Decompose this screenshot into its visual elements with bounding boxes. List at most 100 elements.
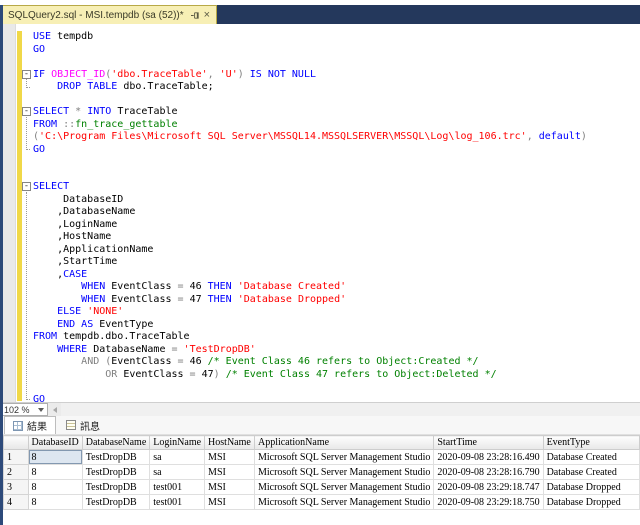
grid-cell[interactable]: 2020-09-08 23:29:18.747 (433, 479, 544, 495)
grid-cell[interactable]: sa (149, 449, 206, 465)
code-line: GO (0, 394, 640, 403)
grid-cell[interactable]: 2020-09-08 23:28:16.490 (433, 449, 544, 465)
grid-cell[interactable]: MSI (204, 449, 255, 465)
code-line: WHEN EventClass = 47 THEN 'Database Drop… (0, 294, 640, 307)
grid-cell[interactable]: 8 (27, 449, 83, 465)
document-tab-bar: SQLQuery2.sql - MSI.tempdb (sa (52))* × (0, 5, 640, 24)
sql-token: fn_trace_gettable (75, 118, 178, 130)
sql-token: WHEN (81, 293, 106, 305)
grid-cell[interactable]: 2020-09-08 23:28:16.790 (433, 464, 544, 480)
code-line: WHEN EventClass = 46 THEN 'Database Crea… (0, 281, 640, 294)
results-pane-tab-bar: 結果 訊息 (0, 416, 640, 435)
grid-cell[interactable]: 2020-09-08 23:29:18.750 (433, 494, 544, 510)
grid-cell[interactable]: TestDropDB (81, 479, 151, 495)
sql-token: THEN (207, 281, 232, 292)
sql-token: DatabaseName (87, 343, 172, 355)
grid-column-header[interactable]: LoginName (149, 435, 206, 450)
grid-cell[interactable]: Microsoft SQL Server Management Studio (253, 479, 435, 495)
grid-cell[interactable]: Microsoft SQL Server Management Studio (253, 494, 435, 510)
pin-icon[interactable] (190, 11, 200, 20)
editor-bottom-bar: 102 % (0, 402, 640, 416)
sql-token: AND ( (81, 356, 112, 367)
close-icon[interactable]: × (204, 9, 210, 20)
fold-collapse-icon[interactable]: - (22, 69, 31, 79)
editor-zoom-control[interactable]: 102 % (0, 403, 48, 416)
grid-cell[interactable]: Database Dropped (542, 494, 640, 510)
document-tab[interactable]: SQLQuery2.sql - MSI.tempdb (sa (52))* × (0, 5, 218, 24)
left-arrow-icon (52, 406, 57, 413)
code-line: GO (0, 144, 640, 157)
code-line: ('C:\Program Files\Microsoft SQL Server\… (0, 131, 640, 144)
grid-cell[interactable]: test001 (149, 479, 206, 495)
grid-row-header[interactable]: 4 (3, 494, 29, 510)
grid-cell[interactable]: 8 (27, 494, 83, 510)
code-area[interactable]: USE tempdb GO - IF OBJECT_ID('dbo.TraceTab… (0, 31, 640, 402)
results-pane-tab[interactable]: 訊息 (58, 416, 108, 434)
grid-cell[interactable]: Database Created (542, 449, 640, 465)
scroll-left-button[interactable] (48, 403, 61, 416)
window-left-border (0, 5, 3, 525)
sql-token: GO (33, 393, 46, 403)
sql-token: CASE (63, 268, 88, 280)
grid-row: 1 8 TestDropDB sa MSI Microsoft SQL Server Ma… (3, 449, 640, 465)
sql-token: 'C:\Program Files\Microsoft SQL Server\M… (39, 131, 527, 142)
grid-corner-header[interactable] (3, 435, 29, 450)
grid-cell[interactable]: MSI (204, 479, 255, 495)
grid-column-header[interactable]: StartTime (433, 435, 544, 450)
grid-cell[interactable]: MSI (204, 464, 255, 480)
sql-token: GO (33, 143, 46, 155)
grid-cell[interactable]: sa (149, 464, 206, 480)
sql-token: DatabaseID (33, 193, 124, 205)
results-pane-tab[interactable]: 結果 (4, 416, 56, 434)
sql-token: default (538, 131, 581, 142)
sql-token: = (177, 281, 190, 292)
grid-row-header[interactable]: 1 (3, 449, 29, 465)
grid-column-header[interactable]: DatabaseName (81, 435, 151, 450)
grid-cell[interactable]: TestDropDB (81, 494, 151, 510)
grid-cell[interactable]: test001 (149, 494, 206, 510)
code-line: FROM tempdb.dbo.TraceTable (0, 331, 640, 344)
editor-horizontal-scrollbar[interactable] (48, 403, 640, 416)
grid-row-header[interactable]: 3 (3, 479, 29, 495)
sql-token: ) (580, 131, 587, 142)
grid-row-header[interactable]: 2 (3, 464, 29, 480)
sql-token: EventType (93, 318, 154, 330)
code-line: - SELECT * INTO TraceTable (0, 106, 640, 119)
grid-cell[interactable]: 8 (27, 464, 83, 480)
grid-cell[interactable]: TestDropDB (81, 449, 151, 465)
sql-token: IF (33, 68, 52, 80)
code-line: - IF OBJECT_ID('dbo.TraceTable', 'U') IS … (0, 69, 640, 82)
grid-column-header[interactable]: DatabaseID (27, 435, 83, 450)
sql-token: FROM (33, 118, 64, 130)
grid-row: 4 8 TestDropDB test001 MSI Microsoft SQL Serv… (3, 494, 640, 510)
results-grid-icon (13, 420, 23, 431)
sql-token: tempdb (51, 31, 94, 42)
grid-cell[interactable]: Microsoft SQL Server Management Studio (253, 449, 435, 465)
grid-cell[interactable]: Database Dropped (542, 479, 640, 495)
results-grid: DatabaseID DatabaseName LoginName HostName A… (3, 435, 640, 510)
grid-cell[interactable]: Microsoft SQL Server Management Studio (253, 464, 435, 480)
code-line: ,ApplicationName (0, 244, 640, 257)
grid-cell[interactable]: TestDropDB (81, 464, 151, 480)
grid-cell[interactable]: MSI (204, 494, 255, 510)
code-editor[interactable]: USE tempdb GO - IF OBJECT_ID('dbo.TraceTab… (0, 24, 640, 402)
grid-cell[interactable]: 8 (27, 479, 83, 495)
code-line: ,HostName (0, 231, 640, 244)
fold-collapse-icon[interactable]: - (22, 107, 31, 116)
sql-token: USE (33, 31, 52, 42)
grid-column-header[interactable]: ApplicationName (253, 435, 435, 450)
sql-token: 'U' (219, 68, 238, 80)
results-pane-tab-label: 結果 (27, 422, 47, 433)
fold-collapse-icon[interactable]: - (22, 182, 31, 191)
sql-token: * (75, 106, 88, 117)
code-line: DROP TABLE dbo.TraceTable; (0, 81, 640, 94)
grid-column-header[interactable]: HostName (204, 435, 255, 450)
grid-column-header[interactable]: EventType (542, 435, 640, 450)
grid-cell[interactable]: Database Created (542, 464, 640, 480)
